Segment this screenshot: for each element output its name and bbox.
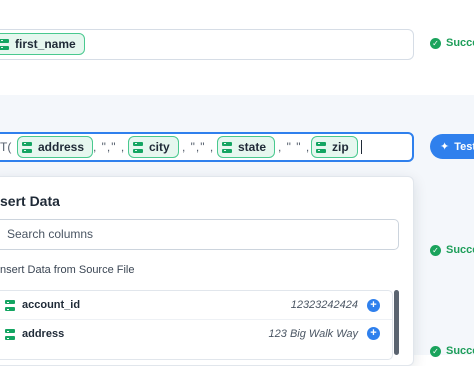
column-chip-state[interactable]: state (217, 136, 276, 158)
section-label: nsert Data from Source File (0, 264, 135, 276)
database-icon (22, 141, 32, 153)
list-item[interactable]: address 123 Big Walk Way + (0, 319, 392, 347)
column-name: address (22, 327, 65, 340)
text-cursor (361, 140, 362, 154)
chip-label: address (38, 140, 85, 154)
list-scrollbar[interactable] (394, 290, 399, 355)
test-button[interactable]: ✦ Test (430, 134, 474, 159)
chip-label: zip (332, 140, 349, 154)
chip-label: city (149, 140, 170, 154)
panel-title: sert Data (0, 193, 60, 209)
column-chip-city[interactable]: city (128, 136, 179, 158)
check-circle-icon: ✓ (430, 244, 441, 256)
chip-label: first_name (15, 37, 76, 51)
search-columns-input[interactable]: Search columns (0, 219, 399, 250)
column-sample-value: 12323242424 (290, 299, 358, 311)
database-icon (0, 38, 9, 50)
status-success: ✓ Success (430, 244, 474, 256)
column-chip-zip[interactable]: zip (311, 136, 358, 158)
status-success: ✓ Success (430, 37, 474, 49)
database-icon (316, 141, 326, 153)
column-chip-first-name[interactable]: first_name (0, 33, 85, 55)
column-sample-value: 123 Big Walk Way (268, 327, 358, 340)
plus-circle-icon[interactable]: + (367, 327, 380, 340)
magic-wand-icon: ✦ (440, 141, 450, 153)
separator-text: , "," , (182, 140, 215, 154)
list-item[interactable]: account_id 12323242424 + (0, 291, 392, 319)
separator-text: , "," , (93, 140, 126, 154)
database-icon (222, 141, 232, 153)
database-icon (133, 141, 143, 153)
column-name: account_id (22, 299, 81, 311)
separator-text: , " " , (278, 140, 311, 154)
plus-circle-icon[interactable]: + (367, 298, 380, 312)
check-circle-icon: ✓ (430, 37, 441, 49)
column-chip-address[interactable]: address (17, 136, 94, 158)
chip-label: state (238, 140, 267, 154)
function-prefix: T( (0, 140, 12, 154)
status-success: ✓ Success (430, 345, 474, 357)
database-icon (5, 329, 15, 340)
database-icon (5, 300, 15, 311)
